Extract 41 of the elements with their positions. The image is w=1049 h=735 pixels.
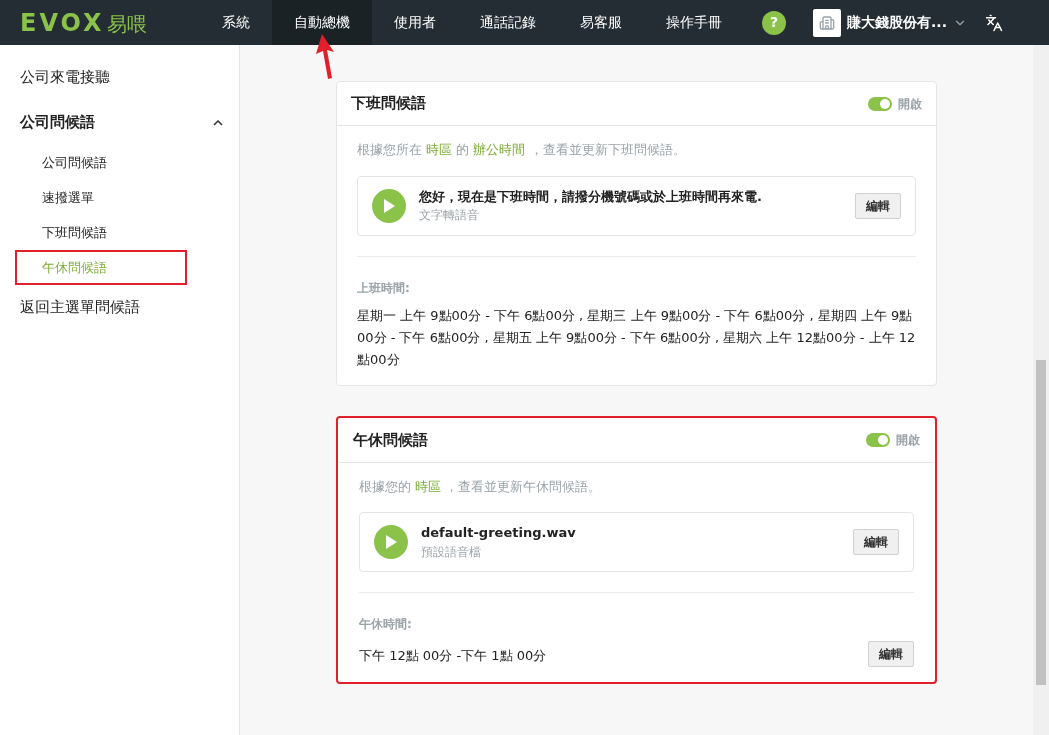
play-icon bbox=[383, 198, 395, 213]
card-description: 根據您所在 時區 的 辦公時間 ，查看並更新下班問候語。 bbox=[357, 141, 687, 159]
greeting-type: 預設語音檔 bbox=[421, 543, 482, 561]
sidebar-subitem[interactable]: 公司問候語 bbox=[42, 152, 107, 173]
greeting-title: 您好，現在是下班時間，請撥分機號碼或於上班時間再來電. bbox=[419, 187, 763, 206]
toggle-switch[interactable] bbox=[868, 96, 892, 111]
sidebar-subitem[interactable]: 速撥選單 bbox=[42, 187, 94, 208]
toggle-label: 開啟 bbox=[896, 432, 920, 449]
nav-tab[interactable]: 自動總機 bbox=[272, 0, 372, 45]
card-title: 午休問候語 bbox=[353, 429, 428, 451]
sidebar-item[interactable]: 公司問候語 bbox=[20, 111, 95, 134]
toggle-switch[interactable] bbox=[866, 433, 890, 447]
schedule-label: 午休時間: bbox=[359, 616, 413, 633]
greeting-type: 文字轉語音 bbox=[419, 207, 480, 225]
play-button[interactable] bbox=[372, 188, 406, 223]
card-description: 根據您的 時區 ，查看並更新午休問候語。 bbox=[359, 477, 603, 496]
nav-tab[interactable]: 使用者 bbox=[372, 0, 458, 45]
nav-tab[interactable]: 系統 bbox=[200, 0, 272, 45]
play-button[interactable] bbox=[374, 525, 408, 559]
play-icon bbox=[385, 535, 397, 549]
sidebar-item[interactable]: 返回主選單問候語 bbox=[20, 296, 140, 319]
nav-tab[interactable]: 易客服 bbox=[558, 0, 644, 45]
toggle-label: 開啟 bbox=[898, 95, 922, 113]
schedule-label: 上班時間: bbox=[357, 279, 411, 297]
edit-button[interactable]: 編輯 bbox=[853, 529, 899, 555]
building-icon bbox=[819, 14, 835, 31]
edit-button[interactable]: 編輯 bbox=[855, 192, 901, 219]
company-name[interactable]: 賺大錢股份有... bbox=[847, 12, 947, 33]
language-icon[interactable] bbox=[984, 13, 1003, 32]
nav-tab[interactable]: 操作手冊 bbox=[644, 0, 744, 45]
greeting-title: default-greeting.wav bbox=[421, 524, 577, 543]
logo: EVOX bbox=[20, 7, 105, 39]
scrollbar[interactable] bbox=[1033, 45, 1049, 735]
sidebar-item[interactable]: 公司來電接聽 bbox=[20, 66, 110, 89]
sidebar-subitem[interactable]: 下班問候語 bbox=[42, 222, 107, 243]
schedule-text: 下午 12點 00分 -下午 1點 00分 bbox=[359, 647, 548, 665]
card-title: 下班問候語 bbox=[351, 93, 426, 115]
logo-suffix: 易喂 bbox=[106, 10, 147, 38]
nav-tab[interactable]: 通話記錄 bbox=[458, 0, 558, 45]
edit-button[interactable]: 編輯 bbox=[868, 641, 914, 667]
schedule-text: 星期一 上午 9點00分 - 下午 6點00分 , 星期三 上午 9點00分 - 下午 6點00分 , 星期四 上午 9點00分 - 下午 6點00分 , 星期五 上午 9點00分 - 下午 6點00分 , 星期六 上午 12點00分 - 上午 12點00分 bbox=[357, 306, 916, 369]
